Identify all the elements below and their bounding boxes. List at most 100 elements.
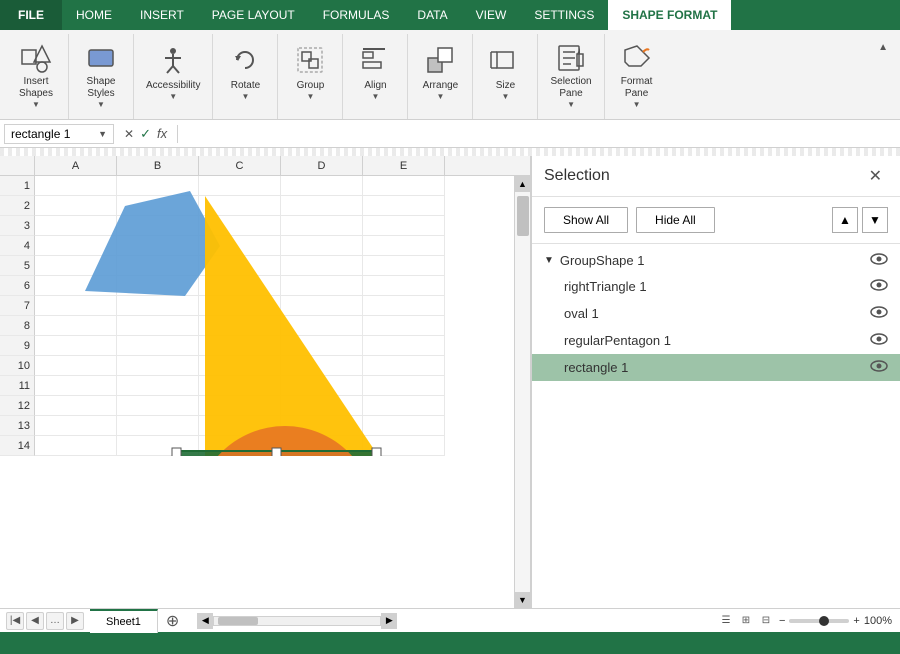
confirm-formula-btn[interactable]: ✓ — [140, 126, 151, 142]
scroll-left-btn[interactable]: ◀ — [197, 613, 213, 629]
btn-align[interactable]: Align ▼ — [349, 38, 401, 110]
cell-e10[interactable] — [363, 356, 445, 376]
cell-d9[interactable] — [281, 336, 363, 356]
scroll-right-btn[interactable]: ▶ — [381, 613, 397, 629]
cell-a5[interactable] — [35, 256, 117, 276]
scroll-track[interactable] — [515, 192, 531, 592]
rectangle-visibility-icon[interactable] — [870, 359, 888, 376]
cell-e14[interactable] — [363, 436, 445, 456]
cell-b7[interactable] — [117, 296, 199, 316]
sheet-nav-first[interactable]: |◀ — [6, 612, 24, 630]
cell-e9[interactable] — [363, 336, 445, 356]
sheet-nav-menu[interactable]: … — [46, 612, 64, 630]
cell-e6[interactable] — [363, 276, 445, 296]
tab-formulas[interactable]: FORMULAS — [309, 0, 404, 30]
cell-a7[interactable] — [35, 296, 117, 316]
cell-e4[interactable] — [363, 236, 445, 256]
cell-c6[interactable] — [199, 276, 281, 296]
cell-b12[interactable] — [117, 396, 199, 416]
cell-c9[interactable] — [199, 336, 281, 356]
formula-input[interactable] — [182, 125, 896, 143]
cell-e11[interactable] — [363, 376, 445, 396]
cell-a13[interactable] — [35, 416, 117, 436]
scroll-thumb[interactable] — [517, 196, 529, 236]
selection-pane-close-btn[interactable]: ✕ — [863, 164, 888, 188]
tab-view[interactable]: VIEW — [462, 0, 521, 30]
cell-d14[interactable] — [281, 436, 363, 456]
tab-data[interactable]: DATA — [403, 0, 461, 30]
cell-c4[interactable] — [199, 236, 281, 256]
cell-d7[interactable] — [281, 296, 363, 316]
cell-c2[interactable] — [199, 196, 281, 216]
page-layout-view-btn[interactable]: ⊞ — [737, 612, 755, 630]
cell-b14[interactable] — [117, 436, 199, 456]
cell-c10[interactable] — [199, 356, 281, 376]
cell-b2[interactable] — [117, 196, 199, 216]
cell-e7[interactable] — [363, 296, 445, 316]
cell-c5[interactable] — [199, 256, 281, 276]
cell-d8[interactable] — [281, 316, 363, 336]
h-scroll-track[interactable] — [213, 616, 381, 626]
cell-a10[interactable] — [35, 356, 117, 376]
btn-group[interactable]: Group ▼ — [284, 38, 336, 110]
zoom-thumb[interactable] — [819, 616, 829, 626]
h-scroll-thumb[interactable] — [218, 617, 258, 625]
cell-a6[interactable] — [35, 276, 117, 296]
cell-a8[interactable] — [35, 316, 117, 336]
vertical-scrollbar[interactable]: ▲ ▼ — [514, 176, 530, 608]
cell-d11[interactable] — [281, 376, 363, 396]
cell-d12[interactable] — [281, 396, 363, 416]
cell-e13[interactable] — [363, 416, 445, 436]
fx-btn[interactable]: fx — [157, 126, 167, 141]
sel-item-pentagon[interactable]: regularPentagon 1 — [532, 327, 900, 354]
cell-d3[interactable] — [281, 216, 363, 236]
cell-c1[interactable] — [199, 176, 281, 196]
tab-home[interactable]: HOME — [62, 0, 126, 30]
cell-a3[interactable] — [35, 216, 117, 236]
group-shape-1-header[interactable]: ▼ GroupShape 1 — [532, 248, 900, 273]
cell-c12[interactable] — [199, 396, 281, 416]
cell-d5[interactable] — [281, 256, 363, 276]
tab-file[interactable]: FILE — [0, 0, 62, 30]
hide-all-btn[interactable]: Hide All — [636, 207, 715, 233]
move-down-btn[interactable]: ▼ — [862, 207, 888, 233]
cell-e3[interactable] — [363, 216, 445, 236]
cell-e12[interactable] — [363, 396, 445, 416]
cell-c7[interactable] — [199, 296, 281, 316]
cell-e1[interactable] — [363, 176, 445, 196]
sel-item-oval[interactable]: oval 1 — [532, 300, 900, 327]
move-up-btn[interactable]: ▲ — [832, 207, 858, 233]
cell-d10[interactable] — [281, 356, 363, 376]
cell-a4[interactable] — [35, 236, 117, 256]
cell-e2[interactable] — [363, 196, 445, 216]
oval-visibility-icon[interactable] — [870, 305, 888, 322]
cell-b10[interactable] — [117, 356, 199, 376]
pentagon-visibility-icon[interactable] — [870, 332, 888, 349]
sel-item-right-triangle[interactable]: rightTriangle 1 — [532, 273, 900, 300]
cell-d13[interactable] — [281, 416, 363, 436]
btn-format-pane[interactable]: FormatPane ▼ — [611, 38, 663, 110]
cell-b8[interactable] — [117, 316, 199, 336]
cell-d4[interactable] — [281, 236, 363, 256]
cell-c11[interactable] — [199, 376, 281, 396]
cell-b9[interactable] — [117, 336, 199, 356]
cell-e5[interactable] — [363, 256, 445, 276]
btn-accessibility[interactable]: Accessibility ▼ — [140, 38, 206, 110]
scroll-down-btn[interactable]: ▼ — [515, 592, 531, 608]
cell-a12[interactable] — [35, 396, 117, 416]
cell-b13[interactable] — [117, 416, 199, 436]
horizontal-scrollbar[interactable]: ◀ ▶ — [197, 613, 397, 629]
tab-settings[interactable]: SETTINGS — [520, 0, 608, 30]
name-box[interactable]: rectangle 1 ▼ — [4, 124, 114, 144]
normal-view-btn[interactable]: ☰ — [717, 612, 735, 630]
btn-rotate[interactable]: Rotate ▼ — [219, 38, 271, 110]
tab-shape-format[interactable]: SHAPE FORMAT — [608, 0, 731, 30]
cell-b1[interactable] — [117, 176, 199, 196]
sheet-nav-next[interactable]: ▶ — [66, 612, 84, 630]
ribbon-collapse-btn[interactable]: ▲ — [870, 34, 896, 119]
right-triangle-visibility-icon[interactable] — [870, 278, 888, 295]
cell-b3[interactable] — [117, 216, 199, 236]
sheet-nav-prev[interactable]: ◀ — [26, 612, 44, 630]
cell-c8[interactable] — [199, 316, 281, 336]
cell-c3[interactable] — [199, 216, 281, 236]
